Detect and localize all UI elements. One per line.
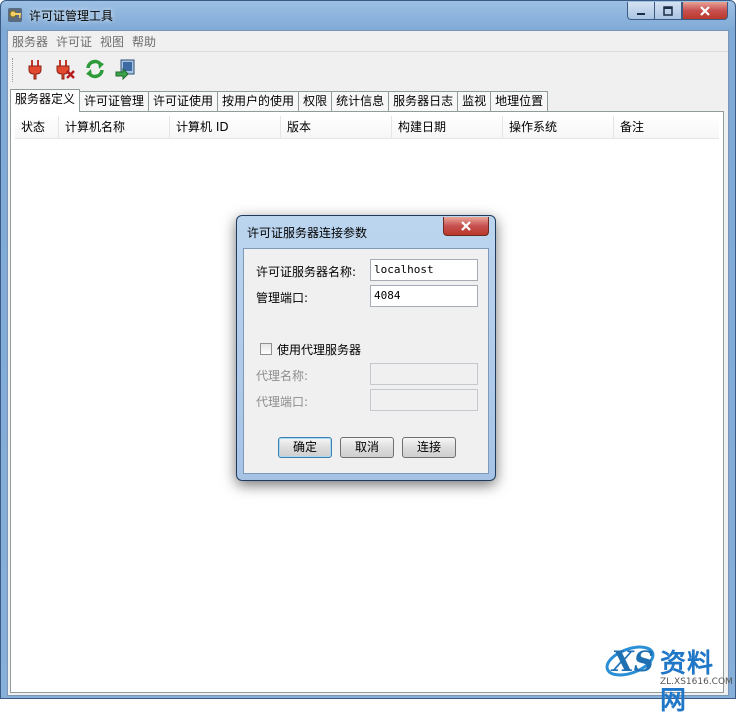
connect-button[interactable]: 连接 [402, 437, 456, 458]
tab-strip: 服务器定义 许可证管理 许可证使用 按用户的使用 权限 统计信息 服务器日志 监… [10, 89, 549, 112]
proxy-name-input[interactable] [370, 363, 478, 385]
minimize-icon [637, 12, 645, 15]
menu-bar: 服务器 许可证 视图 帮助 [8, 31, 728, 51]
ok-button[interactable]: 确定 [278, 437, 332, 458]
minimize-button[interactable] [627, 2, 655, 20]
title-bar[interactable]: 许可证管理工具 [1, 1, 735, 29]
tab-license-management[interactable]: 许可证管理 [79, 91, 150, 111]
tab-monitor[interactable]: 监视 [457, 91, 492, 111]
menu-server[interactable]: 服务器 [8, 33, 52, 50]
proxy-checkbox[interactable] [260, 343, 272, 355]
col-build-date[interactable]: 构建日期 [392, 116, 503, 138]
server-name-label: 许可证服务器名称: [256, 265, 357, 279]
toolbar [8, 51, 728, 88]
maximize-button[interactable] [654, 2, 682, 20]
dialog-title: 许可证服务器连接参数 [247, 226, 368, 240]
plug-disconnect-icon [56, 60, 75, 80]
server-name-input[interactable]: localhost [370, 259, 478, 281]
app-key-icon [8, 8, 22, 22]
toolbar-grip[interactable] [12, 58, 16, 82]
menu-help[interactable]: 帮助 [128, 33, 160, 50]
refresh-icon [86, 59, 104, 79]
window-title: 许可证管理工具 [29, 9, 114, 23]
refresh-tool-button[interactable] [82, 56, 108, 82]
col-os[interactable]: 操作系统 [503, 116, 614, 138]
server-export-icon [115, 59, 135, 80]
tab-usage-by-user[interactable]: 按用户的使用 [217, 91, 300, 111]
cancel-button[interactable]: 取消 [340, 437, 394, 458]
close-icon [461, 221, 471, 231]
tab-location[interactable]: 地理位置 [490, 91, 549, 111]
watermark-url: ZL.XS1616.COM [660, 677, 733, 687]
tab-server-log[interactable]: 服务器日志 [388, 91, 459, 111]
col-notes[interactable]: 备注 [614, 116, 719, 138]
dialog-close-button[interactable] [443, 217, 489, 236]
col-version[interactable]: 版本 [281, 116, 392, 138]
tab-server-definition[interactable]: 服务器定义 [10, 89, 81, 112]
dialog-body: 许可证服务器名称: localhost 管理端口: 4084 使用代理服务器 代… [243, 248, 489, 474]
svg-text:XS: XS [610, 645, 654, 678]
proxy-checkbox-label[interactable]: 使用代理服务器 [277, 341, 361, 358]
menu-view[interactable]: 视图 [96, 33, 128, 50]
tab-statistics[interactable]: 统计信息 [331, 91, 390, 111]
close-icon [700, 5, 710, 16]
close-button[interactable] [682, 2, 728, 20]
proxy-port-label: 代理端口: [256, 395, 309, 409]
proxy-port-input[interactable] [370, 389, 478, 411]
connect-tool-button[interactable] [22, 56, 48, 82]
proxy-name-label: 代理名称: [256, 369, 309, 383]
maximize-icon [663, 5, 673, 16]
tab-permissions[interactable]: 权限 [298, 91, 333, 111]
xs-logo-icon: XS [605, 645, 655, 678]
connection-dialog: 许可证服务器连接参数 许可证服务器名称: localhost 管理端口: 408… [236, 215, 496, 481]
disconnect-tool-button[interactable] [52, 56, 78, 82]
menu-license[interactable]: 许可证 [52, 33, 96, 50]
col-computer-name[interactable]: 计算机名称 [59, 116, 170, 138]
col-status[interactable]: 状态 [15, 116, 59, 138]
server-export-tool-button[interactable] [112, 56, 138, 82]
server-table-header: 状态 计算机名称 计算机 ID 版本 构建日期 操作系统 备注 [15, 116, 719, 139]
port-label: 管理端口: [256, 291, 309, 305]
port-input[interactable]: 4084 [370, 285, 478, 307]
table-scrollbar[interactable] [715, 138, 719, 688]
tab-license-usage[interactable]: 许可证使用 [148, 91, 219, 111]
plug-connect-icon [28, 60, 42, 80]
site-watermark: XS 资料网 ZL.XS1616.COM [598, 625, 736, 716]
col-computer-id[interactable]: 计算机 ID [170, 116, 281, 138]
